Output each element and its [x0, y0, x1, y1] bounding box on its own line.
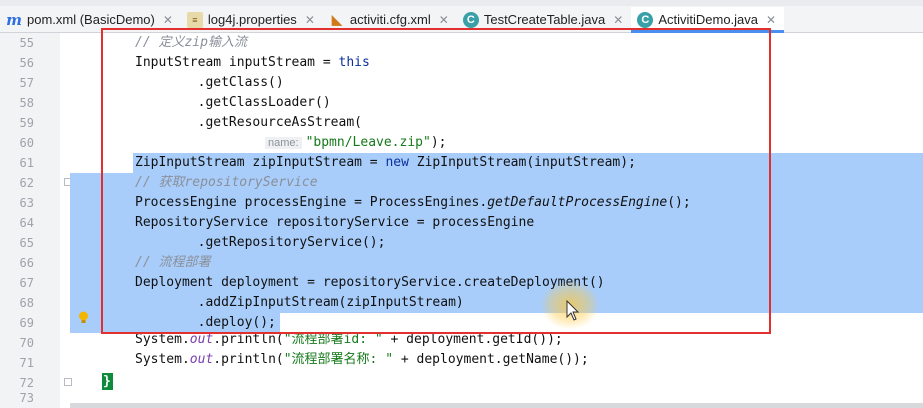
line-number: 58 [19, 96, 34, 110]
line-number: 71 [19, 356, 34, 370]
fold-marker-icon[interactable] [64, 378, 72, 386]
close-icon[interactable]: ✕ [766, 13, 776, 27]
close-icon[interactable]: ✕ [163, 13, 173, 27]
code-text: System. [135, 332, 190, 347]
string-literal: "流程部署名称: " [283, 352, 394, 367]
static-field: out [189, 332, 214, 347]
line-number: 55 [19, 36, 34, 50]
line-number: 73 [19, 391, 34, 405]
line-number: 63 [19, 196, 34, 210]
line-number: 70 [19, 336, 34, 350]
code-line-71: System.out.println("流程部署名称: " + deployme… [135, 350, 589, 370]
line-number: 65 [19, 236, 34, 250]
code-text: .println( [213, 332, 284, 347]
line-number: 57 [19, 76, 34, 90]
line-number: 68 [19, 296, 34, 310]
tab-label: TestCreateTable.java [483, 12, 606, 27]
line-number: 62 [19, 176, 34, 190]
java-class-icon: C [637, 11, 654, 28]
annotation-highlight-box [101, 28, 771, 334]
code-text: System. [135, 352, 190, 367]
horizontal-scrollbar[interactable] [70, 403, 923, 408]
close-icon[interactable]: ✕ [613, 13, 623, 27]
line-number-gutter[interactable]: 55 56 57 58 59 60 61 62 63 64 65 66 67 6… [0, 33, 60, 408]
line-number: 56 [19, 56, 34, 70]
tab-label: log4j.properties [207, 12, 297, 27]
tab-label: activiti.cfg.xml [349, 12, 431, 27]
line-number: 69 [19, 316, 34, 330]
xml-file-icon: ◣ [331, 11, 342, 27]
line-number: 60 [19, 136, 34, 150]
tab-label: pom.xml (BasicDemo) [27, 12, 155, 27]
code-text: .println( [213, 352, 284, 367]
closing-brace: } [103, 374, 111, 389]
string-literal: "流程部署id: " [283, 332, 383, 347]
code-text: + deployment.getId()); [382, 332, 563, 347]
maven-icon: m [6, 10, 22, 29]
java-class-icon: C [462, 11, 479, 28]
line-number: 59 [19, 116, 34, 130]
line-number: 67 [19, 276, 34, 290]
static-field: out [189, 352, 214, 367]
line-number: 64 [19, 216, 34, 230]
close-icon[interactable]: ✕ [305, 13, 315, 27]
code-text: + deployment.getName()); [393, 352, 589, 367]
line-number: 61 [19, 156, 34, 170]
mouse-pointer-icon [566, 300, 580, 321]
line-number: 66 [19, 256, 34, 270]
close-icon[interactable]: ✕ [439, 13, 449, 27]
tab-label: ActivitiDemo.java [658, 12, 759, 27]
lightbulb-icon[interactable] [78, 311, 89, 325]
properties-file-icon: ≡ [186, 11, 203, 28]
